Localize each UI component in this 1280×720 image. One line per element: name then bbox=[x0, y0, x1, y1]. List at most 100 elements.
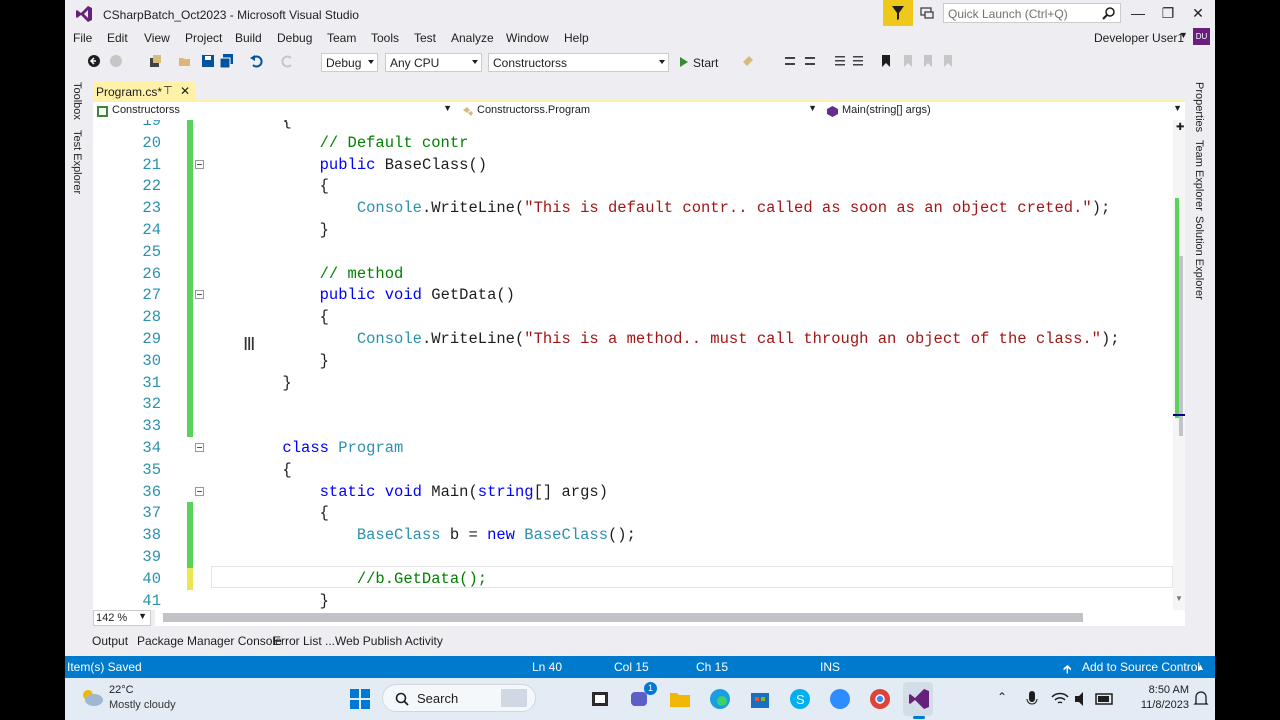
edge-browser-icon[interactable] bbox=[709, 688, 731, 710]
scrollbar-thumb[interactable] bbox=[1179, 256, 1183, 436]
chevron-up-icon[interactable]: ⌃ bbox=[997, 690, 1007, 704]
code-line[interactable]: 38 BaseClass b = new BaseClass(); bbox=[93, 524, 1153, 547]
weather-cloud-icon[interactable] bbox=[79, 686, 105, 708]
battery-icon[interactable] bbox=[1095, 688, 1115, 710]
volume-icon[interactable] bbox=[1073, 688, 1091, 710]
add-to-source-control-button[interactable]: Add to Source Control bbox=[1082, 660, 1200, 674]
team-explorer-tab[interactable]: Team Explorer bbox=[1193, 140, 1205, 211]
split-editor-icon[interactable]: ✚ bbox=[1176, 122, 1184, 133]
open-file-icon[interactable] bbox=[178, 54, 192, 68]
code-line[interactable]: 19 { bbox=[93, 120, 1153, 132]
outdent-icon[interactable] bbox=[833, 54, 847, 68]
menu-tools[interactable]: Tools bbox=[371, 31, 399, 45]
solution-platform-select[interactable]: Any CPU bbox=[385, 53, 482, 72]
project-dropdown[interactable]: Constructorss ▼ bbox=[95, 102, 455, 120]
clear-bookmarks-icon[interactable] bbox=[941, 54, 955, 68]
solution-explorer-tab[interactable]: Solution Explorer bbox=[1193, 216, 1205, 300]
step-into-icon[interactable] bbox=[783, 54, 797, 68]
close-button[interactable]: ✕ bbox=[1183, 4, 1213, 24]
scroll-down-icon[interactable]: ▼ bbox=[1175, 594, 1183, 603]
weather-temperature[interactable]: 22°C bbox=[109, 684, 134, 696]
menu-help[interactable]: Help bbox=[564, 31, 589, 45]
code-line[interactable]: 24 } bbox=[93, 219, 1153, 241]
menu-window[interactable]: Window bbox=[506, 31, 549, 45]
skype-icon[interactable]: S bbox=[789, 688, 811, 710]
menu-debug[interactable]: Debug bbox=[277, 31, 312, 45]
menu-test[interactable]: Test bbox=[414, 31, 436, 45]
bookmark-next-icon[interactable] bbox=[921, 54, 935, 68]
quick-launch-input[interactable]: Quick Launch (Ctrl+Q) bbox=[943, 3, 1121, 23]
toolbox-tab[interactable]: Toolbox bbox=[71, 82, 83, 120]
code-line[interactable]: 28 { bbox=[93, 306, 1153, 329]
code-line[interactable]: 36 static void Main(string[] args) bbox=[93, 481, 1153, 503]
code-line[interactable]: 20 // Default contr bbox=[93, 131, 1153, 154]
tab-package-manager-console[interactable]: Package Manager Console bbox=[137, 634, 282, 648]
code-line[interactable]: 37 { bbox=[93, 502, 1153, 525]
taskbar-time[interactable]: 8:50 AM bbox=[1135, 684, 1189, 696]
chevron-down-icon[interactable]: ▼ bbox=[1179, 30, 1188, 40]
feedback-icon[interactable] bbox=[919, 5, 935, 21]
taskbar-search-box[interactable]: Search bbox=[382, 684, 536, 712]
avatar[interactable]: DU bbox=[1193, 28, 1210, 45]
task-view-icon[interactable] bbox=[589, 688, 611, 710]
undo-icon[interactable] bbox=[249, 54, 263, 68]
microphone-icon[interactable] bbox=[1025, 688, 1039, 710]
visual-studio-taskbar-icon[interactable] bbox=[908, 688, 930, 710]
code-line[interactable]: 32 bbox=[93, 393, 1153, 416]
taskbar-date[interactable]: 11/8/2023 bbox=[1125, 699, 1189, 711]
close-tab-icon[interactable]: ✕ bbox=[180, 84, 190, 98]
tab-output[interactable]: Output bbox=[92, 634, 128, 648]
member-dropdown[interactable]: Main(string[] args) ▼ bbox=[825, 102, 1185, 120]
new-project-icon[interactable] bbox=[148, 54, 162, 68]
start-debugging-button[interactable]: Start bbox=[677, 53, 731, 71]
vertical-scrollbar[interactable]: ✚ ▼ bbox=[1173, 120, 1185, 610]
solution-configuration-select[interactable]: Debug bbox=[321, 53, 378, 72]
notifications-filter-button[interactable] bbox=[883, 0, 913, 26]
type-dropdown[interactable]: Constructorss.Program ▼ bbox=[460, 102, 820, 120]
code-editor[interactable]: 19 {20 // Default contr 21 public BaseCla… bbox=[93, 120, 1185, 610]
microsoft-store-icon[interactable] bbox=[749, 688, 771, 710]
menu-team[interactable]: Team bbox=[327, 31, 356, 45]
startup-project-select[interactable]: Constructorss bbox=[488, 53, 669, 72]
code-line[interactable]: 21 public BaseClass() bbox=[93, 153, 1153, 176]
tab-web-publish-activity[interactable]: Web Publish Activity bbox=[335, 634, 443, 648]
notification-bell-icon[interactable] bbox=[1193, 688, 1209, 710]
properties-tab[interactable]: Properties bbox=[1193, 82, 1205, 132]
zoom-app-icon[interactable] bbox=[829, 688, 851, 710]
code-line[interactable]: 26 // method bbox=[93, 262, 1153, 285]
collapse-outline-icon[interactable] bbox=[195, 486, 204, 496]
collapse-outline-icon[interactable] bbox=[195, 443, 204, 452]
minimize-button[interactable]: — bbox=[1123, 4, 1153, 24]
wifi-icon[interactable] bbox=[1051, 688, 1069, 710]
menu-analyze[interactable]: Analyze bbox=[451, 31, 494, 45]
browser-link-icon[interactable] bbox=[741, 54, 755, 68]
indent-icon[interactable] bbox=[851, 54, 865, 68]
tab-error-list[interactable]: Error List ... bbox=[273, 634, 335, 648]
menu-build[interactable]: Build bbox=[235, 31, 262, 45]
test-explorer-tab[interactable]: Test Explorer bbox=[71, 130, 83, 194]
code-line[interactable]: 31 } bbox=[93, 371, 1153, 394]
file-explorer-icon[interactable] bbox=[669, 688, 691, 710]
tab-program-cs[interactable]: Program.cs* ⊤ ✕ bbox=[93, 82, 196, 101]
code-line[interactable]: 25 bbox=[93, 240, 1153, 263]
code-line[interactable]: 41 } bbox=[93, 590, 1153, 610]
code-line[interactable]: 22 { bbox=[93, 175, 1153, 198]
bookmark-icon[interactable] bbox=[879, 54, 893, 68]
redo-icon[interactable] bbox=[281, 54, 295, 68]
menu-view[interactable]: View bbox=[144, 31, 170, 45]
zoom-level-select[interactable]: 142 % ▼ bbox=[93, 610, 151, 626]
menu-file[interactable]: File bbox=[73, 31, 92, 45]
horizontal-scrollbar-thumb[interactable] bbox=[163, 613, 1083, 622]
code-line[interactable]: 34 class Program bbox=[93, 437, 1153, 459]
save-all-icon[interactable] bbox=[220, 54, 234, 68]
maximize-button[interactable]: ❐ bbox=[1153, 4, 1183, 24]
code-line[interactable]: 35 { bbox=[93, 459, 1153, 481]
code-line[interactable]: 27 public void GetData() bbox=[93, 284, 1153, 307]
collapse-outline-icon[interactable] bbox=[195, 290, 204, 300]
pin-icon[interactable]: ⊤ bbox=[163, 84, 173, 97]
navigate-forward-icon[interactable] bbox=[109, 54, 123, 68]
code-line[interactable]: 23 Console.WriteLine("This is default co… bbox=[93, 197, 1153, 220]
code-line[interactable]: 39 bbox=[93, 546, 1153, 568]
bookmark-prev-icon[interactable] bbox=[901, 54, 915, 68]
navigate-back-icon[interactable] bbox=[87, 54, 101, 68]
